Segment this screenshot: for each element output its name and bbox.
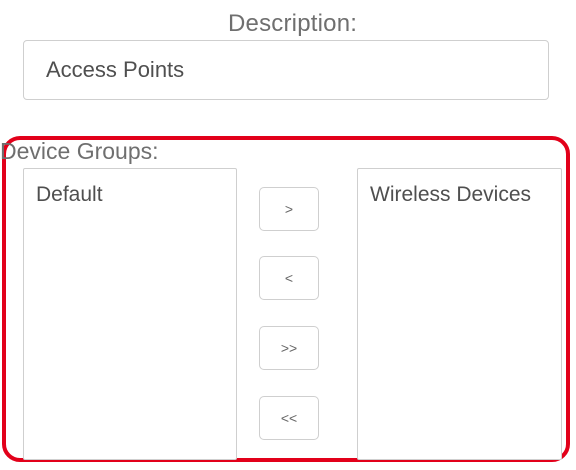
list-item-default[interactable]: Default — [24, 169, 236, 207]
available-groups-list[interactable]: Default — [23, 168, 237, 460]
list-item-wireless-devices[interactable]: Wireless Devices — [358, 169, 561, 207]
description-label: Description: — [228, 10, 358, 37]
move-right-button[interactable]: > — [259, 187, 319, 231]
move-all-left-button[interactable]: << — [259, 396, 319, 440]
device-groups-label: Device Groups: — [0, 138, 159, 164]
selected-groups-list[interactable]: Wireless Devices — [357, 168, 562, 460]
device-group-form: Description: Device Groups: Default > < … — [0, 0, 576, 470]
move-left-button[interactable]: < — [259, 256, 319, 300]
move-all-right-button[interactable]: >> — [259, 326, 319, 370]
description-input[interactable] — [23, 40, 549, 100]
